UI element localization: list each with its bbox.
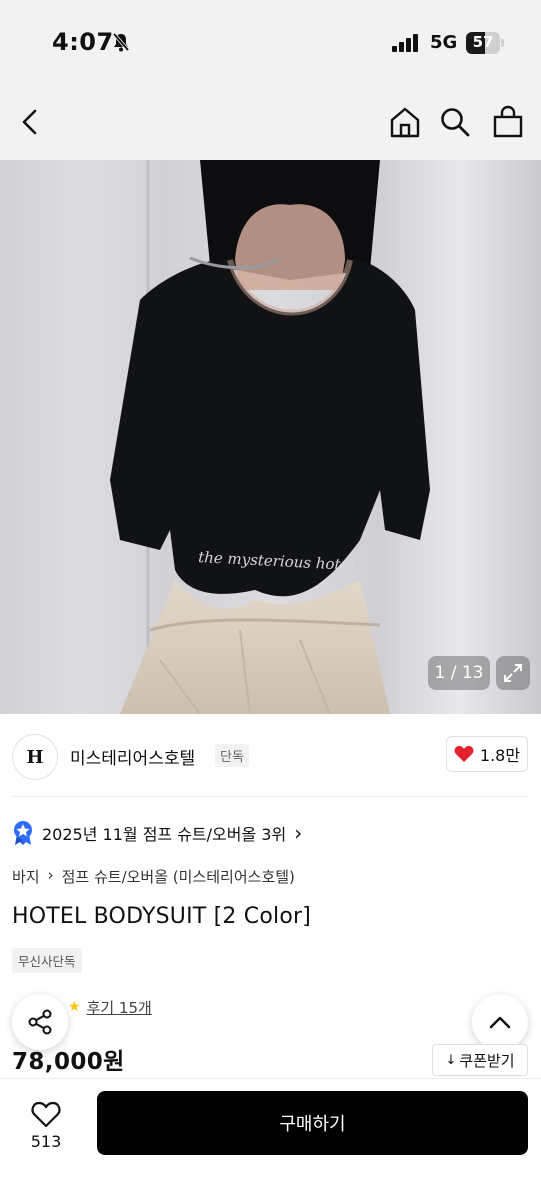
chevron-up-icon	[489, 1016, 511, 1029]
product-image[interactable]: the mysterious hotel	[0, 160, 541, 714]
shopping-bag-icon	[493, 105, 523, 138]
bottom-action-bar: 513 구매하기	[0, 1078, 541, 1200]
brand-exclusive-tag: 단독	[215, 744, 249, 767]
star-icon: ★	[68, 999, 81, 1015]
wishlist-button[interactable]: 513	[14, 1093, 78, 1159]
coupon-label: 쿠폰받기	[459, 1051, 515, 1070]
download-icon: ↓	[445, 1052, 457, 1068]
bell-muted-icon	[112, 32, 130, 52]
exclusive-badge: 무신사단독	[12, 948, 82, 973]
expand-icon	[504, 664, 522, 682]
breadcrumb: 바지 › 점프 슈트/오버올 (미스테리어스호텔)	[12, 866, 295, 887]
battery-icon: 57	[466, 32, 504, 54]
brand-like-count: 1.8만	[479, 746, 521, 765]
chevron-left-icon	[22, 109, 37, 135]
network-type: 5G	[430, 32, 458, 53]
home-button[interactable]	[387, 104, 423, 140]
scroll-top-button[interactable]	[472, 994, 528, 1050]
product-photo: the mysterious hotel	[0, 160, 541, 714]
share-icon	[28, 1009, 52, 1035]
battery-level: 57	[472, 33, 494, 51]
product-price: 78,000원	[12, 1049, 125, 1075]
nav-bar	[0, 86, 541, 160]
brand-like-button[interactable]: 1.8만	[446, 736, 528, 772]
search-button[interactable]	[437, 104, 473, 140]
ranking-chevron-icon: ›	[294, 821, 303, 845]
review-link[interactable]: 후기 15개	[87, 997, 152, 1018]
brand-row[interactable]: H 미스테리어스호텔 단독 1.8만	[0, 714, 541, 794]
divider	[12, 796, 529, 797]
product-title: HOTEL BODYSUIT [2 Color]	[12, 904, 312, 929]
home-icon	[390, 107, 420, 138]
search-icon	[441, 108, 470, 137]
cart-button[interactable]	[490, 104, 526, 140]
image-counter: 1 / 13	[428, 656, 490, 690]
back-button[interactable]	[12, 104, 48, 140]
breadcrumb-subcategory[interactable]: 점프 슈트/오버올 (미스테리어스호텔)	[62, 866, 295, 887]
brand-name[interactable]: 미스테리어스호텔	[70, 744, 195, 769]
expand-button[interactable]	[496, 656, 530, 690]
brand-logo[interactable]: H	[12, 734, 58, 780]
ranking-text: 2025년 11월 점프 슈트/오버올 3위	[42, 825, 287, 844]
heart-outline-icon	[31, 1101, 61, 1128]
ranking-link[interactable]: 2025년 11월 점프 슈트/오버올 3위 ›	[12, 818, 302, 848]
ranking-badge-icon	[14, 821, 32, 845]
coupon-button[interactable]: ↓ 쿠폰받기	[432, 1044, 528, 1076]
wishlist-count: 513	[30, 1132, 62, 1151]
breadcrumb-separator-icon: ›	[47, 866, 54, 884]
breadcrumb-category[interactable]: 바지	[12, 866, 40, 887]
buy-button[interactable]: 구매하기	[97, 1091, 528, 1155]
status-bar: 4:07 5G 57	[0, 0, 541, 86]
signal-icon	[392, 34, 418, 52]
status-time: 4:07	[52, 28, 114, 56]
heart-icon	[454, 746, 474, 762]
